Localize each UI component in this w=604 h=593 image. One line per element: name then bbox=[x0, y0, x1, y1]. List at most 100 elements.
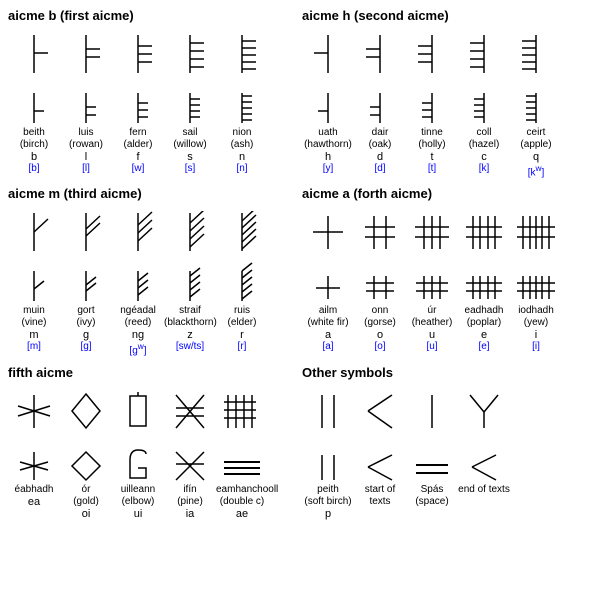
aicme-a-section: aicme a (forth aicme) bbox=[302, 186, 596, 356]
beith-name: beith(birch) bbox=[8, 127, 60, 151]
dair-name: dair(oak) bbox=[354, 127, 406, 151]
onn-glyph-large bbox=[354, 211, 406, 253]
coll-info: coll(hazel) c [k] bbox=[458, 127, 510, 174]
onn-svg-small bbox=[354, 261, 406, 303]
spás-svg-large bbox=[406, 390, 458, 432]
luis-ipa: [l] bbox=[60, 163, 112, 174]
ór-svg-small bbox=[60, 440, 112, 482]
eamhanchooll-svg-large bbox=[216, 390, 268, 432]
ór-latin: oi bbox=[60, 508, 112, 520]
muin-glyph-large bbox=[8, 211, 60, 253]
end-of-texts-info: end of texts bbox=[458, 484, 510, 496]
éabhadh-latin: ea bbox=[8, 496, 60, 508]
eamhanchooll-glyph-large bbox=[216, 390, 268, 432]
ngéadal-svg-small bbox=[112, 261, 164, 303]
muin-svg-large bbox=[8, 211, 60, 253]
ur-glyph-small bbox=[406, 261, 458, 303]
éabhadh-svg-small bbox=[8, 440, 60, 482]
gort-latin: g bbox=[60, 329, 112, 341]
dair-svg-large bbox=[354, 33, 406, 75]
spás-name: Spás(space) bbox=[406, 484, 458, 508]
uath-glyph-large bbox=[302, 33, 354, 75]
peith-latin: p bbox=[302, 508, 354, 520]
beith-glyph-large bbox=[8, 33, 60, 75]
eamhanchooll-glyph-small bbox=[216, 440, 268, 482]
coll-latin: c bbox=[458, 151, 510, 163]
ruis-latin: r bbox=[216, 329, 268, 341]
ngéadal-glyph-large bbox=[112, 211, 164, 253]
uath-svg-large bbox=[302, 33, 354, 75]
aicme-h-glyphs-small bbox=[302, 77, 596, 125]
dair-svg-small bbox=[354, 83, 406, 125]
sail-svg-small bbox=[164, 83, 216, 125]
ailm-glyph-small bbox=[302, 261, 354, 303]
ur-svg-large bbox=[406, 211, 458, 253]
ailm-svg-small bbox=[302, 261, 354, 303]
straif-svg-large bbox=[164, 211, 216, 253]
iodhadh-glyph-small bbox=[510, 261, 562, 303]
start-of-texts-glyph-large bbox=[354, 390, 406, 432]
gort-svg-large bbox=[60, 211, 112, 253]
fifth-aicme-glyphs-large bbox=[8, 384, 302, 432]
ruis-info: ruis(elder) r [r] bbox=[216, 305, 268, 352]
ngéadal-glyph-small bbox=[112, 261, 164, 303]
start-of-texts-glyph-small bbox=[354, 440, 406, 482]
fern-svg-large bbox=[112, 33, 164, 75]
ifín-glyph-large bbox=[164, 390, 216, 432]
aicme-h-section: aicme h (second aicme) bbox=[302, 8, 596, 178]
muin-info: muin(vine) m [m] bbox=[8, 305, 60, 352]
uilleann-glyph-large bbox=[112, 390, 164, 432]
sail-name: sail(willow) bbox=[164, 127, 216, 151]
fifth-aicme-info: éabhadh ea ór(gold) oi uilleann(elbow) u… bbox=[8, 484, 302, 520]
fifth-aicme-glyphs-small bbox=[8, 434, 302, 482]
iodhadh-info: iodhadh(yew) i [i] bbox=[510, 305, 562, 352]
ngéadal-info: ngéadal(reed) ng [gw] bbox=[112, 305, 164, 356]
ailm-latin: a bbox=[302, 329, 354, 341]
ailm-ipa: [a] bbox=[302, 341, 354, 352]
muin-name: muin(vine) bbox=[8, 305, 60, 329]
top-sections: aicme b (first aicme) bbox=[8, 8, 596, 178]
fern-latin: f bbox=[112, 151, 164, 163]
other-symbols-glyphs-large bbox=[302, 384, 596, 432]
uilleann-glyph-small bbox=[112, 440, 164, 482]
start-of-texts-name: start of texts bbox=[354, 484, 406, 508]
uilleann-latin: ui bbox=[112, 508, 164, 520]
nion-svg-small bbox=[216, 83, 268, 125]
tinne-name: tinne(holly) bbox=[406, 127, 458, 151]
muin-glyph-small bbox=[8, 261, 60, 303]
spás-svg-small bbox=[406, 440, 458, 482]
luis-name: luis(rowan) bbox=[60, 127, 112, 151]
end-of-texts-svg-large bbox=[458, 390, 510, 432]
aicme-m-glyphs-large bbox=[8, 205, 302, 253]
beith-svg-large bbox=[8, 33, 60, 75]
nion-glyph-small bbox=[216, 83, 268, 125]
ngéadal-svg-large bbox=[112, 211, 164, 253]
uilleann-name: uilleann(elbow) bbox=[112, 484, 164, 508]
other-symbols-section: Other symbols bbox=[302, 365, 596, 520]
uath-ipa: [y] bbox=[302, 163, 354, 174]
ceirt-svg-large bbox=[510, 33, 562, 75]
fern-name: fern(alder) bbox=[112, 127, 164, 151]
beith-svg-small bbox=[8, 83, 60, 125]
eamhanchooll-name: eamhanchooll(double c) bbox=[216, 484, 268, 508]
muin-svg-small bbox=[8, 261, 60, 303]
uilleann-svg-small bbox=[112, 440, 164, 482]
eadhadh-svg-large bbox=[458, 211, 510, 253]
ruis-glyph-small bbox=[216, 261, 268, 303]
coll-glyph-small bbox=[458, 83, 510, 125]
ceirt-info: ceirt(apple) q [kw] bbox=[510, 127, 562, 178]
bottom-sections: fifth aicme bbox=[8, 365, 596, 520]
sail-glyph-large bbox=[164, 33, 216, 75]
fifth-aicme-title: fifth aicme bbox=[8, 365, 302, 380]
luis-latin: l bbox=[60, 151, 112, 163]
éabhadh-svg-large bbox=[8, 390, 60, 432]
aicme-b-glyphs-small bbox=[8, 77, 302, 125]
spás-glyph-small bbox=[406, 440, 458, 482]
ceirt-latin: q bbox=[510, 151, 562, 163]
peith-svg-small bbox=[302, 440, 354, 482]
nion-glyph-large bbox=[216, 33, 268, 75]
aicme-b-info: beith(birch) b [b] luis(rowan) l [l] fer… bbox=[8, 127, 302, 174]
fern-glyph-small bbox=[112, 83, 164, 125]
sail-ipa: [s] bbox=[164, 163, 216, 174]
aicme-a-title: aicme a (forth aicme) bbox=[302, 186, 596, 201]
